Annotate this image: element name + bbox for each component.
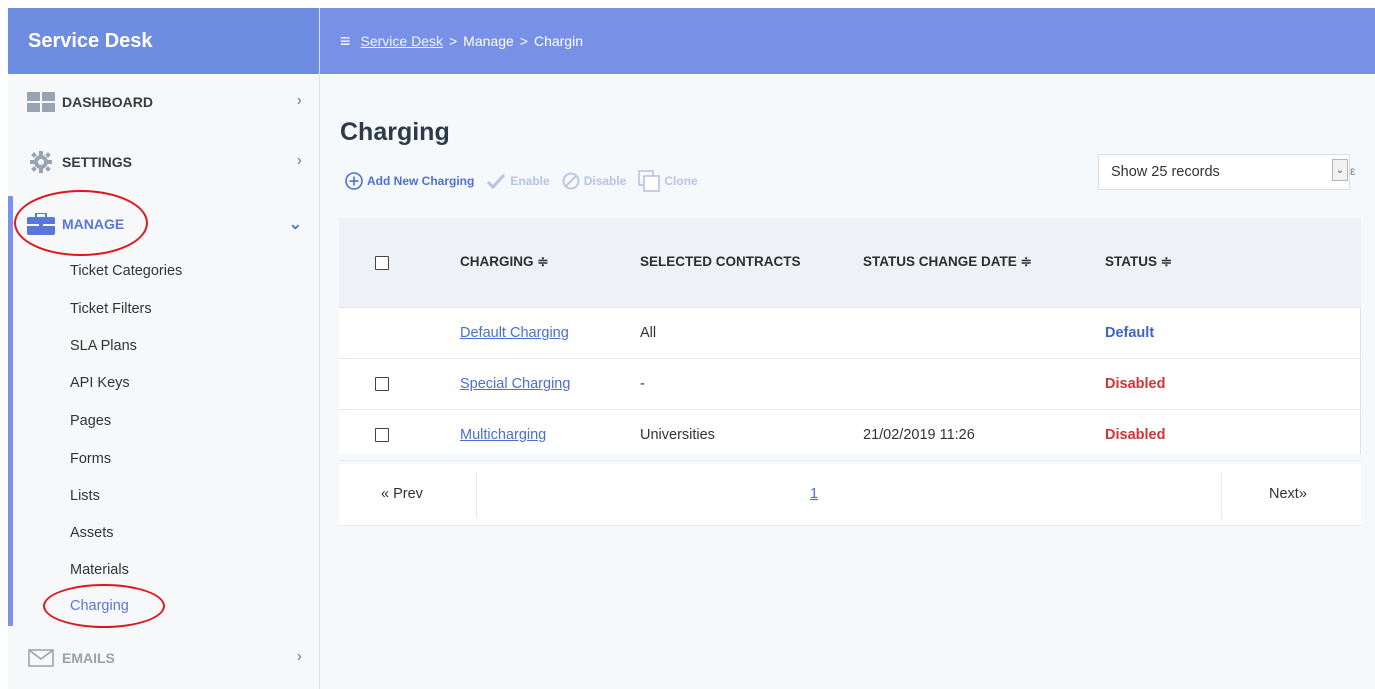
selected-contracts-cell: All xyxy=(640,325,657,341)
toolbar: Add New Charging Enable Disable Clone xyxy=(345,170,710,192)
sidebar-item-label: EMAILS xyxy=(62,650,115,666)
sidebar-item-label: DASHBOARD xyxy=(62,94,153,110)
column-header-charging[interactable]: CHARGING ≑ xyxy=(460,254,549,270)
select-all-checkbox[interactable] xyxy=(375,256,389,270)
chevron-down-icon: ⌄ xyxy=(288,216,302,233)
annotation-oval-manage xyxy=(14,190,148,256)
plus-circle-icon xyxy=(345,172,363,190)
breadcrumb-separator: > xyxy=(519,33,528,49)
charging-name-link[interactable]: Multicharging xyxy=(460,427,546,443)
column-header-status[interactable]: STATUS ≑ xyxy=(1105,254,1172,270)
ban-icon xyxy=(562,172,580,190)
breadcrumb-manage: Manage xyxy=(463,33,514,49)
status-badge: Default xyxy=(1105,325,1155,341)
sidebar-item-settings[interactable]: SETTINGS › xyxy=(8,142,319,182)
hamburger-menu-icon[interactable]: ≡ xyxy=(340,31,351,52)
prev-page-button[interactable]: « Prev xyxy=(381,486,423,502)
sidebar-subitem-api-keys[interactable]: API Keys xyxy=(70,375,130,391)
table-row: Multicharging Universities 21/02/2019 11… xyxy=(339,410,1361,461)
sidebar-subitem-assets[interactable]: Assets xyxy=(70,525,114,541)
chevron-right-icon: › xyxy=(296,92,302,109)
breadcrumb-service-desk[interactable]: Service Desk xyxy=(361,33,443,49)
sidebar-item-label: SETTINGS xyxy=(62,154,133,170)
enable-label: Enable xyxy=(510,174,550,188)
chevron-down-icon[interactable]: ⌄ xyxy=(1332,159,1348,181)
sidebar-subitem-forms[interactable]: Forms xyxy=(70,451,111,467)
page-title: Charging xyxy=(340,118,450,146)
charging-name-link[interactable]: Default Charging xyxy=(460,325,569,341)
envelope-icon xyxy=(26,647,56,669)
grid-icon xyxy=(26,91,56,113)
sidebar: Service Desk DASHBOARD › SETTINGS › MANA… xyxy=(8,8,320,689)
add-new-charging-label: Add New Charging xyxy=(367,174,475,188)
row-checkbox[interactable] xyxy=(375,428,389,442)
pager-divider xyxy=(476,472,477,518)
clone-label: Clone xyxy=(664,174,698,188)
table-row: Default Charging All Default xyxy=(339,308,1361,359)
sidebar-subitem-ticket-filters[interactable]: Ticket Filters xyxy=(70,301,152,317)
sidebar-item-dashboard[interactable]: DASHBOARD › xyxy=(8,82,319,122)
chevron-right-icon: › xyxy=(296,648,302,665)
charging-table: CHARGING ≑ SELECTED CONTRACTS STATUS CHA… xyxy=(339,218,1361,461)
checkmark-icon xyxy=(486,173,506,189)
sidebar-subitem-sla-plans[interactable]: SLA Plans xyxy=(70,338,137,354)
selected-contracts-cell: - xyxy=(640,376,645,392)
sidebar-subitem-materials[interactable]: Materials xyxy=(70,562,129,578)
selected-contracts-cell: Universities xyxy=(640,427,715,443)
clone-icon xyxy=(638,170,661,192)
disable-label: Disable xyxy=(583,174,627,188)
sidebar-item-emails[interactable]: EMAILS › xyxy=(8,638,319,678)
clone-button[interactable]: Clone xyxy=(638,170,698,192)
column-header-selected-contracts: SELECTED CONTRACTS xyxy=(640,254,801,269)
sidebar-subitem-lists[interactable]: Lists xyxy=(70,488,100,504)
records-select-overflow: ε xyxy=(1350,164,1356,178)
page-number-link[interactable]: 1 xyxy=(810,486,818,502)
sidebar-brand[interactable]: Service Desk xyxy=(8,8,319,74)
top-bar: ≡ Service Desk > Manage > Chargin xyxy=(320,8,1375,74)
breadcrumb-separator: > xyxy=(448,33,458,49)
status-badge: Disabled xyxy=(1105,427,1166,443)
breadcrumb-current: Chargin xyxy=(533,33,583,49)
table-header: CHARGING ≑ SELECTED CONTRACTS STATUS CHA… xyxy=(339,218,1361,308)
column-header-status-change-date[interactable]: STATUS CHANGE DATE ≑ xyxy=(863,254,1032,270)
disable-button[interactable]: Disable xyxy=(562,172,627,190)
pager-divider xyxy=(1221,472,1222,518)
status-badge: Disabled xyxy=(1105,376,1166,392)
status-change-date-cell: 21/02/2019 11:26 xyxy=(863,427,975,443)
table-row: Special Charging - Disabled xyxy=(339,359,1361,410)
sidebar-active-indicator xyxy=(8,196,13,626)
main-content: Charging Add New Charging Enable Disable… xyxy=(320,74,1375,689)
gear-icon xyxy=(26,151,56,173)
annotation-oval-charging xyxy=(43,584,165,628)
row-checkbox[interactable] xyxy=(375,377,389,391)
chevron-right-icon: › xyxy=(296,152,302,169)
next-page-button[interactable]: Next» xyxy=(1269,486,1307,502)
sidebar-subitem-pages[interactable]: Pages xyxy=(70,413,111,429)
add-new-charging-button[interactable]: Add New Charging xyxy=(345,172,474,190)
sidebar-subitem-ticket-categories[interactable]: Ticket Categories xyxy=(70,263,182,279)
records-per-page-select[interactable]: Show 25 records xyxy=(1098,154,1350,190)
enable-button[interactable]: Enable xyxy=(486,173,550,189)
charging-name-link[interactable]: Special Charging xyxy=(460,376,570,392)
pagination: « Prev 1 Next» xyxy=(339,464,1361,526)
